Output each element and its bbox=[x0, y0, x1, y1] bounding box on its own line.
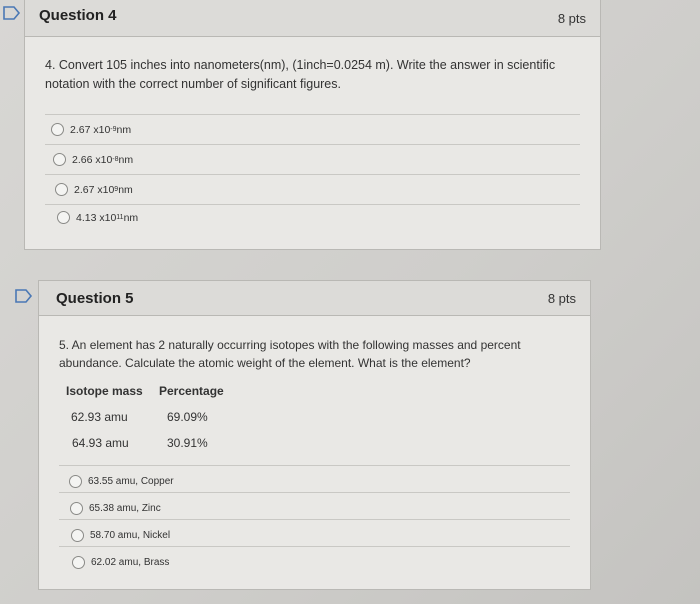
table-cell: 64.93 amu bbox=[72, 436, 129, 450]
option-unit: nm bbox=[118, 183, 133, 196]
divider bbox=[59, 519, 570, 520]
radio-button-icon[interactable] bbox=[53, 153, 66, 166]
option-label: 63.55 amu, Copper bbox=[88, 476, 174, 487]
answer-option[interactable]: 62.02 amu, Brass bbox=[72, 556, 169, 569]
question-title: Question 4 bbox=[39, 7, 117, 24]
option-mantissa: 2.67 x10 bbox=[70, 123, 111, 136]
question-5-header: Question 5 8 pts bbox=[39, 281, 590, 316]
question-4-header: Question 4 8 pts bbox=[25, 0, 600, 37]
answer-option[interactable]: 63.55 amu, Copper bbox=[69, 475, 174, 488]
divider bbox=[45, 114, 580, 115]
divider bbox=[45, 174, 580, 175]
option-label: 58.70 amu, Nickel bbox=[90, 530, 171, 541]
table-header-percentage: Percentage bbox=[159, 384, 224, 398]
option-mantissa: 4.13 x10 bbox=[76, 211, 117, 224]
radio-button-icon[interactable] bbox=[57, 211, 70, 224]
table-cell: 30.91% bbox=[167, 436, 208, 450]
option-mantissa: 2.66 x10 bbox=[72, 153, 113, 166]
radio-button-icon[interactable] bbox=[71, 529, 84, 542]
option-exponent: 11 bbox=[116, 214, 124, 221]
radio-button-icon[interactable] bbox=[55, 183, 68, 196]
answer-option[interactable]: 58.70 amu, Nickel bbox=[71, 529, 170, 542]
question-4-card: Question 4 8 pts 4. Convert 105 inches i… bbox=[24, 0, 601, 250]
table-cell: 69.09% bbox=[167, 410, 208, 424]
question-points: 8 pts bbox=[557, 11, 586, 26]
answer-option[interactable]: 2.66 x10 -8 nm bbox=[53, 153, 133, 166]
answer-option[interactable]: 65.38 amu, Zinc bbox=[70, 502, 161, 515]
table-cell: 62.93 amu bbox=[71, 410, 128, 424]
radio-button-icon[interactable] bbox=[72, 556, 85, 569]
radio-button-icon[interactable] bbox=[70, 502, 83, 515]
radio-button-icon[interactable] bbox=[69, 475, 82, 488]
option-mantissa: 2.67 x10 bbox=[74, 183, 115, 196]
flag-question-icon[interactable] bbox=[15, 289, 35, 305]
option-unit: nm bbox=[118, 153, 134, 166]
option-label: 62.02 amu, Brass bbox=[91, 557, 170, 568]
question-title: Question 5 bbox=[56, 290, 134, 307]
divider bbox=[59, 492, 570, 493]
question-5-card: Question 5 8 pts 5. An element has 2 nat… bbox=[38, 280, 591, 590]
flag-question-icon[interactable] bbox=[3, 6, 23, 22]
question-points: 8 pts bbox=[547, 291, 576, 306]
table-header-isotope-mass: Isotope mass bbox=[66, 384, 143, 398]
divider bbox=[59, 465, 570, 466]
divider bbox=[45, 204, 580, 205]
answer-option[interactable]: 2.67 x10 -9 nm bbox=[51, 123, 131, 136]
divider bbox=[59, 546, 570, 547]
answer-option[interactable]: 4.13 x10 11 nm bbox=[57, 211, 138, 224]
option-unit: nm bbox=[123, 211, 139, 224]
radio-button-icon[interactable] bbox=[51, 123, 64, 136]
option-unit: nm bbox=[116, 123, 132, 136]
answer-option[interactable]: 2.67 x10 9 nm bbox=[55, 183, 133, 196]
question-text: 5. An element has 2 naturally occurring … bbox=[59, 338, 521, 370]
divider bbox=[45, 144, 580, 145]
option-label: 65.38 amu, Zinc bbox=[89, 503, 161, 514]
question-text: 4. Convert 105 inches into nanometers(nm… bbox=[45, 58, 556, 91]
